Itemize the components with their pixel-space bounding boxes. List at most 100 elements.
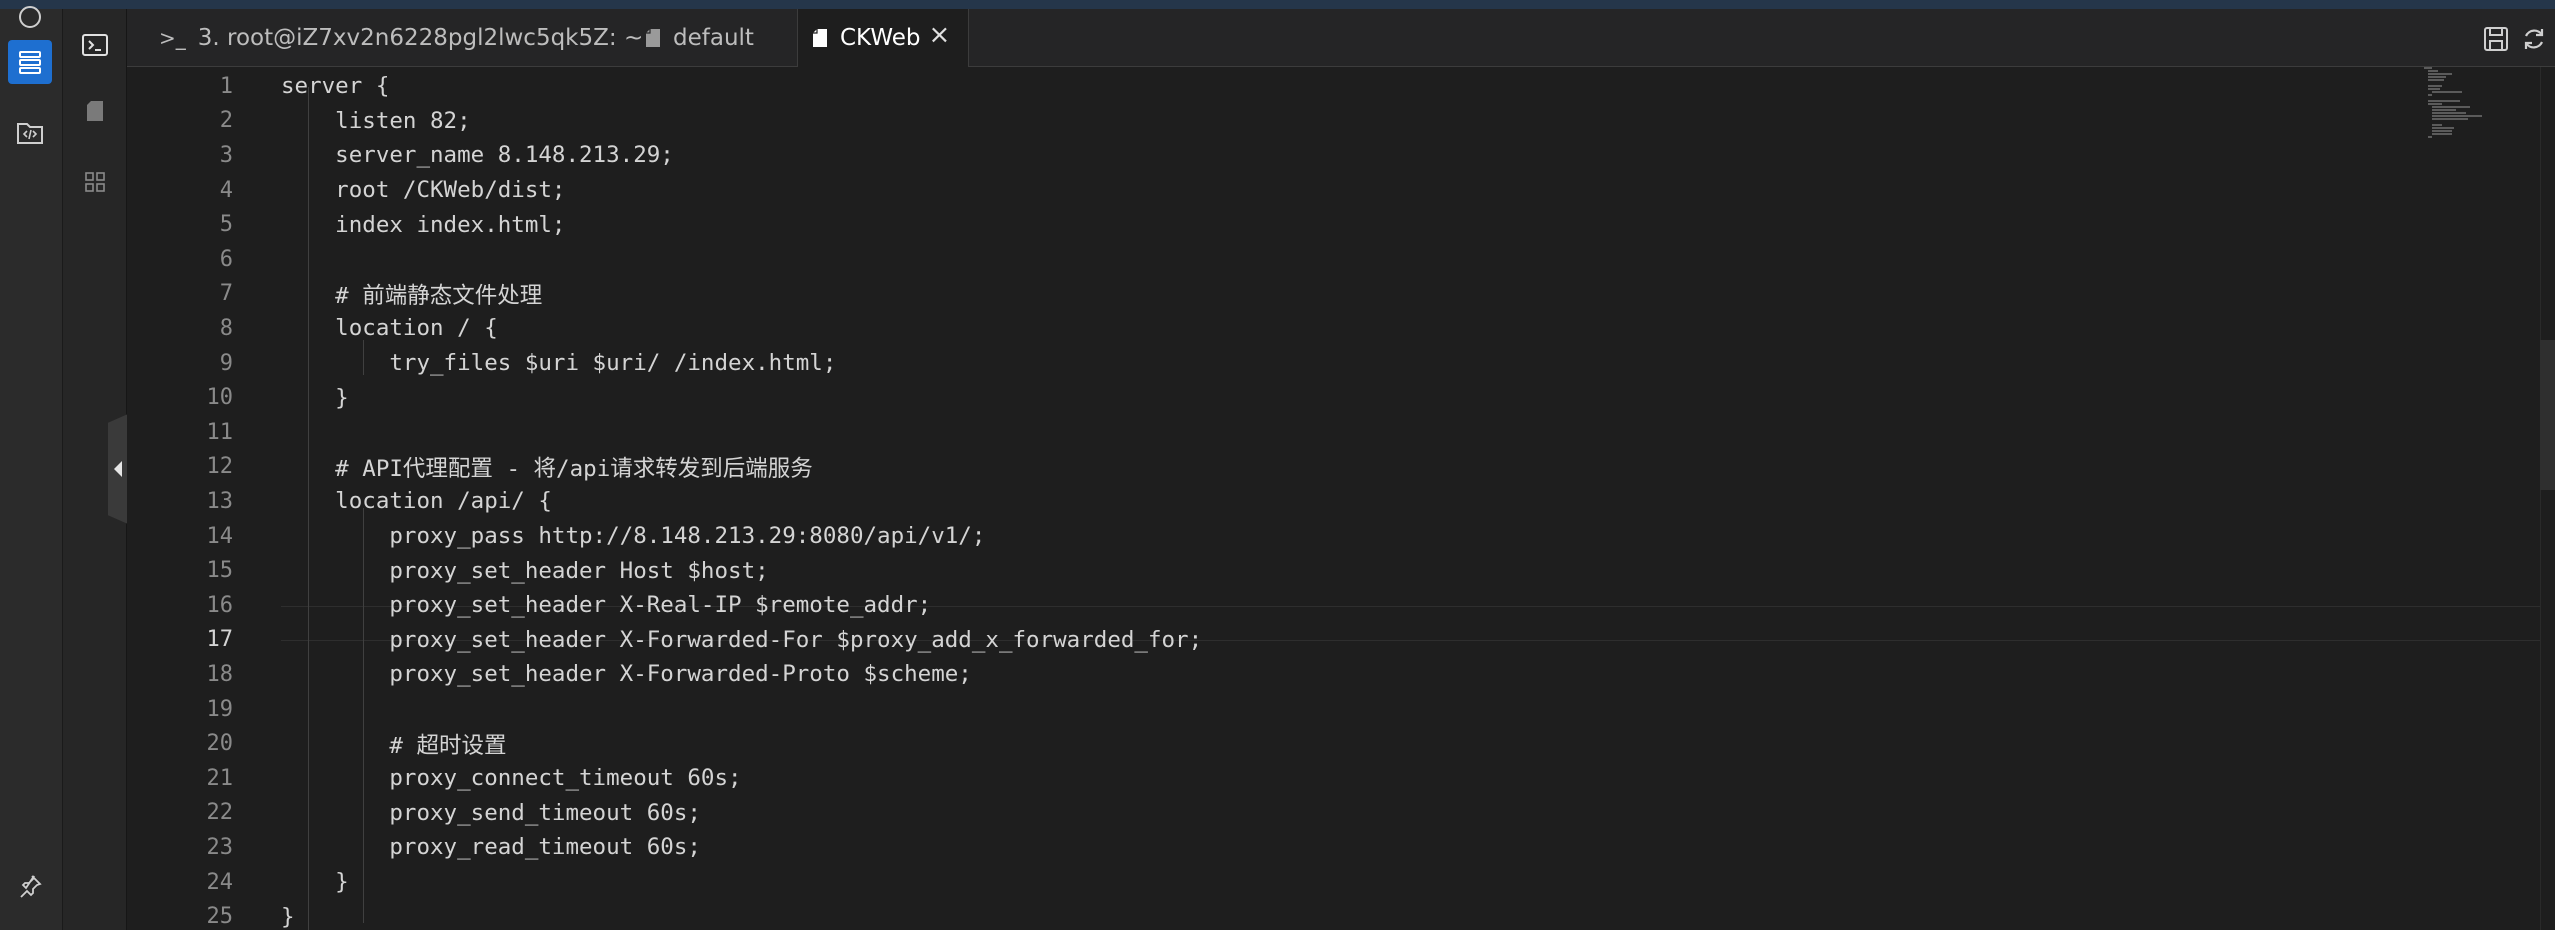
line-number: 9 — [219, 350, 233, 376]
save-icon[interactable] — [2481, 24, 2511, 54]
app-window: >_ 3. root@iZ7xv2n6228pgl2lwc5qk5Z: ~ de… — [0, 0, 2555, 930]
code-text[interactable]: proxy_set_header X-Forwarded-For $proxy_… — [281, 627, 1202, 653]
terminal-prompt-icon: >_ — [159, 25, 186, 50]
close-icon[interactable]: × — [928, 20, 950, 50]
server-list-icon[interactable] — [8, 40, 52, 84]
code-text[interactable]: root /CKWeb/dist; — [281, 177, 565, 203]
code-line[interactable]: 5 index index.html; — [127, 207, 2427, 242]
code-line[interactable]: 3 server_name 8.148.213.29; — [127, 138, 2427, 173]
line-number: 15 — [206, 558, 234, 584]
line-number: 18 — [206, 661, 234, 687]
window-top-strip — [0, 0, 2555, 9]
line-number: 1 — [219, 73, 233, 99]
line-number: 4 — [219, 177, 233, 203]
chevron-left-icon — [114, 461, 122, 477]
code-folder-icon[interactable] — [8, 111, 52, 155]
code-line[interactable]: 4 root /CKWeb/dist; — [127, 173, 2427, 208]
code-line[interactable]: 18 proxy_set_header X-Forwarded-Proto $s… — [127, 657, 2427, 692]
line-number: 13 — [206, 488, 234, 514]
line-number: 25 — [206, 904, 234, 930]
refresh-icon[interactable] — [2519, 24, 2549, 54]
code-line[interactable]: 6 — [127, 242, 2427, 277]
info-circle-icon[interactable] — [8, 0, 52, 39]
line-number: 24 — [206, 869, 234, 895]
code-line[interactable]: 13 location /api/ { — [127, 484, 2427, 519]
code-text[interactable]: proxy_set_header Host $host; — [281, 558, 768, 584]
code-line[interactable]: 16 proxy_set_header X-Real-IP $remote_ad… — [127, 588, 2427, 623]
code-line[interactable]: 9 try_files $uri $uri/ /index.html; — [127, 346, 2427, 381]
code-line[interactable]: 10 } — [127, 380, 2427, 415]
activity-bar — [0, 6, 63, 930]
terminal-icon[interactable] — [73, 23, 117, 67]
pin-icon[interactable] — [8, 864, 52, 908]
line-number: 2 — [219, 108, 233, 134]
code-text[interactable]: } — [281, 904, 295, 930]
code-text[interactable]: } — [281, 385, 349, 411]
line-number: 6 — [219, 246, 233, 272]
line-number: 22 — [206, 800, 234, 826]
code-text[interactable]: proxy_read_timeout 60s; — [281, 834, 701, 860]
line-number: 16 — [206, 592, 234, 618]
tab-label: 3. root@iZ7xv2n6228pgl2lwc5qk5Z: ~ — [197, 24, 644, 51]
code-line[interactable]: 15 proxy_set_header Host $host; — [127, 553, 2427, 588]
line-number: 3 — [219, 142, 233, 168]
file-icon[interactable] — [73, 89, 117, 133]
code-text[interactable]: proxy_connect_timeout 60s; — [281, 765, 741, 791]
code-line[interactable]: 23 proxy_read_timeout 60s; — [127, 830, 2427, 865]
code-line[interactable]: 2 listen 82; — [127, 104, 2427, 139]
code-line[interactable]: 19 — [127, 692, 2427, 727]
tab-terminal-session[interactable]: >_ 3. root@iZ7xv2n6228pgl2lwc5qk5Z: ~ — [159, 9, 643, 66]
code-text[interactable]: proxy_send_timeout 60s; — [281, 800, 701, 826]
code-text[interactable]: index index.html; — [281, 212, 565, 238]
line-number: 12 — [206, 454, 234, 480]
line-number: 5 — [219, 212, 233, 238]
tab-label: CKWeb — [840, 25, 921, 51]
code-line[interactable]: 24 } — [127, 865, 2427, 900]
code-line[interactable]: 17 proxy_set_header X-Forwarded-For $pro… — [127, 623, 2427, 658]
code-line[interactable]: 7 # 前端静态文件处理 — [127, 277, 2427, 312]
tab-bar: >_ 3. root@iZ7xv2n6228pgl2lwc5qk5Z: ~ de… — [127, 9, 2555, 67]
tab-ckweb[interactable]: CKWeb × — [797, 9, 969, 67]
sidebar-collapse-handle[interactable] — [108, 414, 128, 524]
code-text[interactable]: location /api/ { — [281, 488, 552, 514]
code-text[interactable]: # 前端静态文件处理 — [281, 278, 542, 310]
file-icon — [812, 28, 828, 48]
line-number: 8 — [219, 315, 233, 341]
line-number: 14 — [206, 523, 234, 549]
code-text[interactable]: } — [281, 869, 349, 895]
code-line[interactable]: 14 proxy_pass http://8.148.213.29:8080/a… — [127, 519, 2427, 554]
code-line[interactable]: 25} — [127, 899, 2427, 930]
code-text[interactable]: try_files $uri $uri/ /index.html; — [281, 350, 836, 376]
code-line[interactable]: 8 location / { — [127, 311, 2427, 346]
code-line[interactable]: 11 — [127, 415, 2427, 450]
code-text[interactable]: proxy_pass http://8.148.213.29:8080/api/… — [281, 523, 985, 549]
tab-default[interactable]: default — [645, 9, 754, 66]
minimap[interactable] — [2420, 67, 2540, 167]
line-number: 23 — [206, 834, 234, 860]
code-text[interactable]: listen 82; — [281, 108, 470, 134]
code-text[interactable]: location / { — [281, 315, 498, 341]
line-number: 10 — [206, 385, 234, 411]
code-text[interactable]: server_name 8.148.213.29; — [281, 142, 674, 168]
code-line[interactable]: 22 proxy_send_timeout 60s; — [127, 796, 2427, 831]
grid-icon[interactable] — [73, 160, 117, 204]
line-number: 7 — [219, 281, 233, 307]
tab-label: default — [673, 24, 754, 51]
code-line[interactable]: 12 # API代理配置 - 将/api请求转发到后端服务 — [127, 450, 2427, 485]
vertical-scrollbar[interactable] — [2540, 67, 2555, 930]
code-text[interactable]: server { — [281, 73, 389, 99]
code-line[interactable]: 1 server { — [127, 69, 2427, 104]
code-line[interactable]: 20 # 超时设置 — [127, 726, 2427, 761]
code-text[interactable]: proxy_set_header X-Real-IP $remote_addr; — [281, 592, 931, 618]
code-line[interactable]: 21 proxy_connect_timeout 60s; — [127, 761, 2427, 796]
code-editor[interactable]: 1 server {2 listen 82; 3 server_name 8.148… — [127, 67, 2555, 930]
code-text[interactable]: proxy_set_header X-Forwarded-Proto $sche… — [281, 661, 972, 687]
scrollbar-thumb[interactable] — [2540, 340, 2555, 490]
file-icon — [645, 28, 661, 48]
code-text[interactable]: # API代理配置 - 将/api请求转发到后端服务 — [281, 451, 813, 483]
line-number: 19 — [206, 696, 234, 722]
line-number: 20 — [206, 731, 234, 757]
line-number: 21 — [206, 765, 234, 791]
code-text[interactable]: # 超时设置 — [281, 728, 506, 760]
line-number: 17 — [206, 627, 234, 653]
